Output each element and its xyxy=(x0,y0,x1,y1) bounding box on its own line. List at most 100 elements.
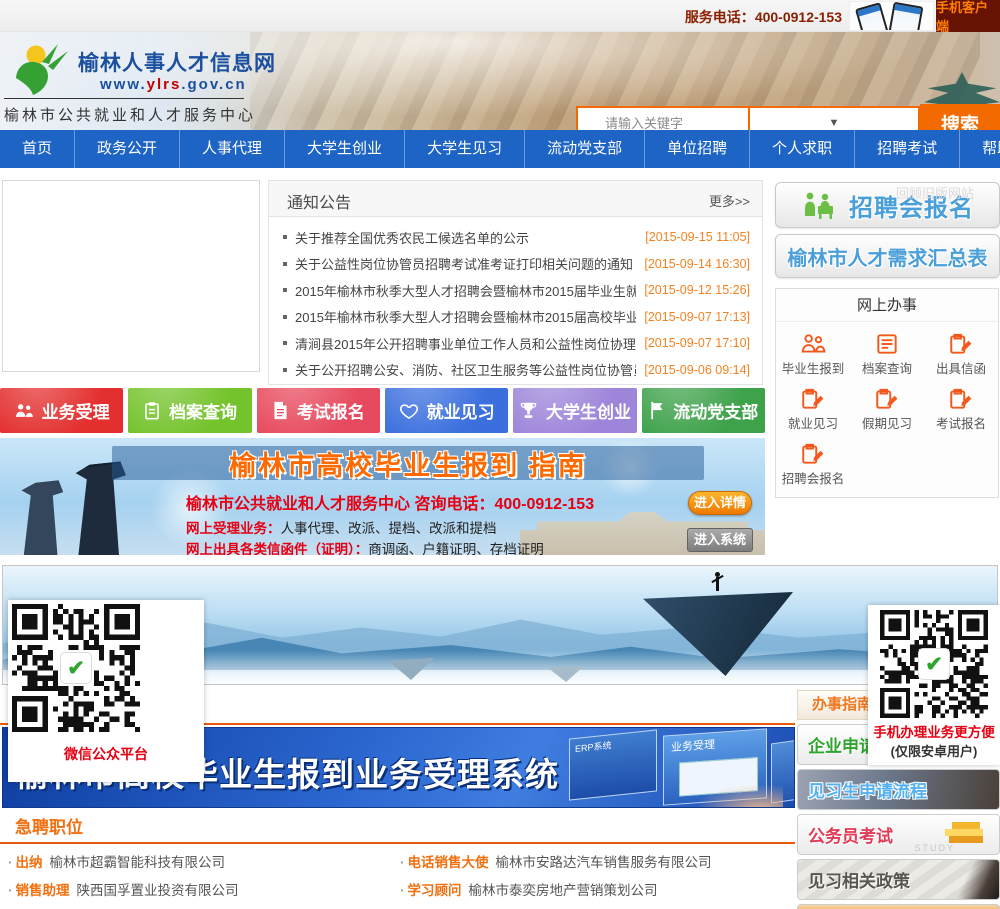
graduate-silhouette-image xyxy=(21,480,64,555)
service-graduate-report[interactable]: 毕业生报到 xyxy=(776,333,850,377)
enter-system-button[interactable]: 进入系统 xyxy=(687,528,753,552)
notice-date: [2015-09-07 17:10] xyxy=(644,336,750,351)
people-icon xyxy=(801,334,826,353)
bullet-icon xyxy=(283,235,287,240)
guide-title-band: 榆林市高校毕业生报到 指南 xyxy=(112,446,704,481)
quick-buttons-row: 业务受理 档案查询 考试报名 就业见习 大学生创业 流动党支部 xyxy=(0,388,765,433)
mobile-client-link[interactable]: 手机客户端 xyxy=(936,0,1000,34)
nav-item-hr-agency[interactable]: 人事代理 xyxy=(180,130,286,168)
clipboard-pen-icon xyxy=(950,388,972,409)
notice-date: [2015-09-15 11:05] xyxy=(645,230,750,245)
clipboard-pen-icon xyxy=(950,333,972,354)
site-name: 榆林人事人才信息网 xyxy=(78,50,276,75)
job-item[interactable]: 出纳榆林市超霸智能科技有限公司 xyxy=(8,851,400,869)
notice-date: [2015-09-07 17:13] xyxy=(644,309,750,324)
document-icon xyxy=(274,401,287,420)
nav-item-home[interactable]: 首页 xyxy=(0,130,76,168)
nav-item-employer-recruit[interactable]: 单位招聘 xyxy=(645,130,751,168)
nav-item-job-seek[interactable]: 个人求职 xyxy=(750,130,856,168)
nav-item-gov-affairs[interactable]: 政务公开 xyxy=(75,130,181,168)
card-internship-apply-flow[interactable]: 见习生申请流程 xyxy=(797,769,1000,810)
notice-item[interactable]: 清涧县2015年公开招聘事业单位工作人员和公益性岗位协理员… [2015-09-0… xyxy=(283,330,750,357)
service-archive-query[interactable]: 档案查询 xyxy=(850,333,924,377)
notice-item[interactable]: 2015年榆林市秋季大型人才招聘会暨榆林市2015届毕业生就业… [2015-09… xyxy=(283,277,750,304)
service-exam-signup[interactable]: 考试报名 xyxy=(924,388,998,432)
people-desk-icon xyxy=(805,192,833,219)
notice-item[interactable]: 关于公开招聘公安、消防、社区卫生服务等公益性岗位协管员… [2015-09-06 … xyxy=(283,357,750,384)
service-holiday-internship[interactable]: 假期见习 xyxy=(850,388,924,432)
search-category-select[interactable]: ▼ xyxy=(750,106,920,130)
notice-item[interactable]: 关于公益性岗位协管员招聘考试准考证打印相关问题的通知 [2015-09-14 16… xyxy=(283,251,750,278)
page: 服务电话：400-0912-153 手机客户端 榆林人事人才信息网 www.yl… xyxy=(0,0,1000,909)
search-button[interactable]: 搜索 xyxy=(920,104,1000,130)
clipboard-pen-icon xyxy=(802,388,824,409)
site-logo-check-icon: ✔ xyxy=(918,648,950,680)
wechat-qr-card: ✔ 微信公众平台 xyxy=(8,600,204,782)
wechat-qr-code: ✔ xyxy=(12,604,140,732)
notice-date: [2015-09-14 16:30] xyxy=(644,256,750,271)
card-partial[interactable] xyxy=(797,904,1000,909)
site-header: 榆林人事人才信息网 www.ylrs.gov.cn 榆林市公共就业和人才服务中心… xyxy=(0,32,1000,130)
guide-line-2: 网上出具各类信函件（证明）：商调函、户籍证明、存档证明 xyxy=(186,542,544,555)
guide-hotline: 榆林市公共就业和人才服务中心 咨询电话：400-0912-153 xyxy=(186,496,595,513)
hand-touch-image xyxy=(693,784,783,807)
card-internship-policies[interactable]: 见习相关政策 xyxy=(797,859,1000,900)
graduate-guide-banner[interactable]: 榆林市高校毕业生报到 指南 榆林市公共就业和人才服务中心 咨询电话：400-09… xyxy=(0,438,765,555)
phone-icon xyxy=(886,2,924,30)
clipboard-pen-icon xyxy=(802,443,824,464)
guide-line-1: 网上受理业务：人事代理、改派、提档、改派和提档 xyxy=(186,521,497,536)
image-slider[interactable] xyxy=(2,180,260,372)
notice-item[interactable]: 2015年榆林市秋季大型人才招聘会暨榆林市2015届高校毕业生… [2015-09… xyxy=(283,304,750,331)
job-item[interactable]: 学习顾问榆林市泰奕房地产营销策划公司 xyxy=(400,879,792,897)
talent-demand-table-button[interactable]: 榆林市人才需求汇总表 xyxy=(775,234,1000,278)
site-logo-icon xyxy=(16,44,68,95)
notice-item[interactable]: 关于推荐全国优秀农民工候选名单的公示 [2015-09-15 11:05] xyxy=(283,224,750,251)
books-image xyxy=(945,822,989,848)
bullet-icon xyxy=(283,261,287,266)
site-logo-check-icon: ✔ xyxy=(60,652,92,684)
notice-date: [2015-09-12 15:26] xyxy=(644,283,750,298)
job-item[interactable]: 电话销售大使榆林市安路达汽车销售服务有限公司 xyxy=(400,851,792,869)
online-services-panel: 网上办事 毕业生报到 档案查询 出具信函 就业见习 假期见习 考试报名 招聘会报… xyxy=(775,288,999,498)
flag-icon xyxy=(651,401,663,420)
enter-details-button[interactable]: 进入详情 xyxy=(688,491,752,515)
exam-signup-button[interactable]: 考试报名 xyxy=(256,388,380,433)
service-issue-letter[interactable]: 出具信函 xyxy=(924,333,998,377)
orange-divider xyxy=(0,842,795,844)
student-startup-button[interactable]: 大学生创业 xyxy=(513,388,637,433)
clipboard-icon xyxy=(145,402,159,420)
notice-date: [2015-09-06 09:14] xyxy=(644,362,750,377)
service-job-fair-signup[interactable]: 招聘会报名 xyxy=(776,443,850,487)
search-input[interactable] xyxy=(576,106,750,130)
old-site-link[interactable]: 回顾旧版网站 xyxy=(896,183,974,202)
wechat-qr-label: 微信公众平台 xyxy=(64,746,148,762)
business-acceptance-button[interactable]: 业务受理 xyxy=(0,388,124,433)
bullet-icon xyxy=(283,288,287,293)
nav-item-party-branch[interactable]: 流动党支部 xyxy=(525,130,646,168)
nav-item-student-internship[interactable]: 大学生见习 xyxy=(405,130,526,168)
notice-panel: 通知公告 更多>> 关于推荐全国优秀农民工候选名单的公示 [2015-09-15 … xyxy=(268,180,763,385)
online-services-title: 网上办事 xyxy=(776,289,998,322)
clipboard-pen-icon xyxy=(876,388,898,409)
phone-icon xyxy=(854,2,892,30)
job-item[interactable]: 销售助理陕西国孚置业投资有限公司 xyxy=(8,879,400,897)
notice-title: 通知公告 xyxy=(287,195,352,212)
archive-query-button[interactable]: 档案查询 xyxy=(128,388,252,433)
screen-image: ERP系统 xyxy=(569,729,657,801)
online-services-grid: 毕业生报到 档案查询 出具信函 就业见习 假期见习 考试报名 招聘会报名 xyxy=(776,322,998,487)
employment-internship-button[interactable]: 就业见习 xyxy=(384,388,509,433)
mobile-qr-caption-2: (仅限安卓用户) xyxy=(890,744,978,759)
card-civil-service-exam[interactable]: 公务员考试 STUDY xyxy=(797,814,1000,855)
hot-jobs-list: 出纳榆林市超霸智能科技有限公司 电话销售大使榆林市安路达汽车销售服务有限公司 销… xyxy=(8,851,796,909)
nav-item-recruit-exam[interactable]: 招聘考试 xyxy=(855,130,961,168)
nav-item-help[interactable]: 帮助中心 xyxy=(960,130,1000,168)
guide-title: 榆林市高校毕业生报到 指南 xyxy=(229,450,587,481)
chevron-down-icon: ▼ xyxy=(828,117,840,129)
service-employment-internship[interactable]: 就业见习 xyxy=(776,388,850,432)
mobile-qr-caption-1: 手机办理业务更方便 xyxy=(873,725,995,740)
mobile-party-branch-button[interactable]: 流动党支部 xyxy=(641,388,765,433)
file-icon xyxy=(877,334,897,354)
nav-item-student-startup[interactable]: 大学生创业 xyxy=(285,130,406,168)
notice-more-link[interactable]: 更多>> xyxy=(709,191,750,210)
notice-header: 通知公告 更多>> xyxy=(269,181,762,217)
